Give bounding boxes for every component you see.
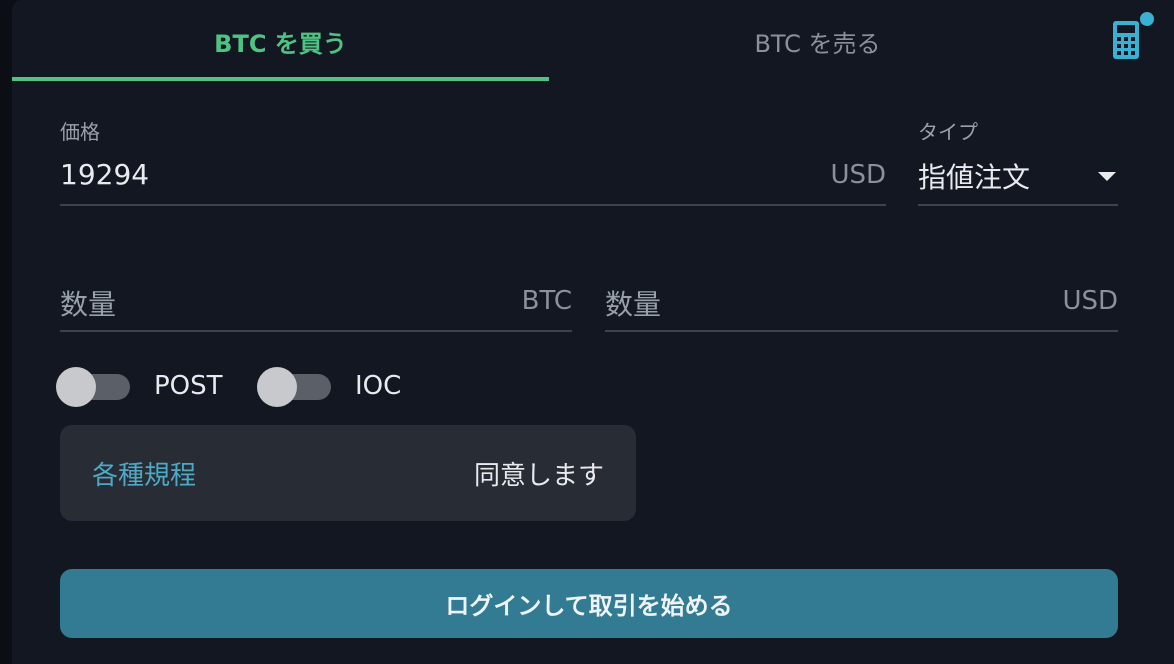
ioc-toggle-label: IOC <box>355 371 402 401</box>
login-button-label: ログインして取引を始める <box>445 592 733 620</box>
terms-agreement-box: 各種規程 同意します <box>60 425 636 521</box>
active-tab-indicator <box>12 77 549 81</box>
quantity-usd-underline <box>605 330 1118 332</box>
chevron-down-icon[interactable] <box>1098 172 1116 181</box>
post-toggle-label: POST <box>154 371 223 401</box>
order-type-select[interactable]: 指値注文 <box>918 156 1030 196</box>
calculator-icon[interactable] <box>1112 20 1140 60</box>
tab-buy-label: BTC を買う <box>214 29 347 58</box>
ioc-toggle-knob[interactable] <box>257 367 297 407</box>
terms-link[interactable]: 各種規程 <box>92 455 196 492</box>
quantity-usd-input[interactable]: 数量 <box>605 283 661 323</box>
tab-sell-btc[interactable]: BTC を売る <box>549 0 1086 82</box>
quantity-btc-input[interactable]: 数量 <box>60 283 116 323</box>
price-unit: USD <box>830 160 886 190</box>
order-panel: BTC を買う BTC を売る 価格 19294 USD タイプ 指値注文 数量… <box>12 0 1174 664</box>
login-button[interactable]: ログインして取引を始める <box>60 569 1118 638</box>
price-label: 価格 <box>60 120 100 144</box>
tab-sell-label: BTC を売る <box>754 29 881 58</box>
price-underline <box>60 204 886 206</box>
price-input[interactable]: 19294 <box>60 158 149 191</box>
order-type-label: タイプ <box>918 120 978 144</box>
quantity-btc-underline <box>60 330 572 332</box>
order-type-underline <box>918 204 1118 206</box>
quantity-usd-unit: USD <box>1062 286 1118 316</box>
agree-text: 同意します <box>473 461 604 491</box>
post-toggle-knob[interactable] <box>56 367 96 407</box>
quantity-btc-unit: BTC <box>521 286 572 316</box>
tab-buy-btc[interactable]: BTC を買う <box>12 0 549 82</box>
notification-dot <box>1140 12 1154 26</box>
